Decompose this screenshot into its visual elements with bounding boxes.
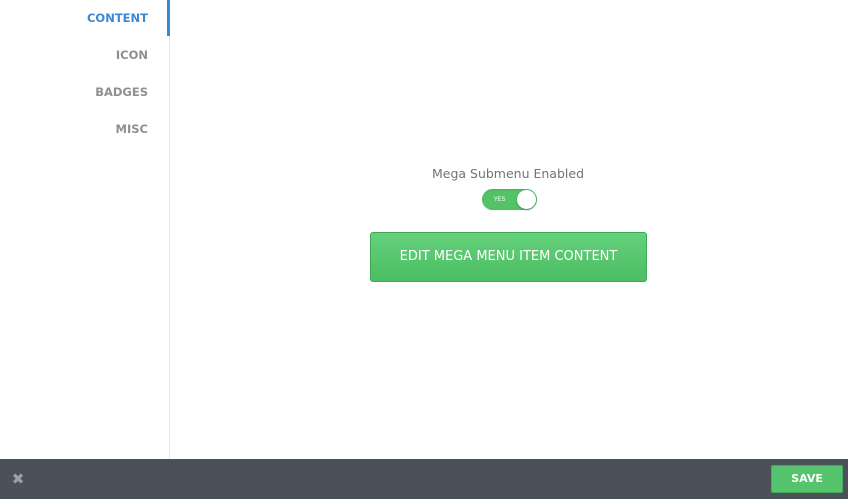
edit-mega-menu-content-button[interactable]: EDIT MEGA MENU ITEM CONTENT <box>370 232 647 282</box>
toggle-knob <box>517 190 536 209</box>
mega-submenu-enabled-label: Mega Submenu Enabled <box>431 166 585 181</box>
tab-content[interactable]: CONTENT <box>0 0 170 36</box>
save-button[interactable]: SAVE <box>771 465 843 493</box>
settings-sidebar: CONTENT ICON BADGES MISC <box>0 0 170 459</box>
mega-submenu-toggle[interactable]: YES <box>482 189 537 210</box>
footer-bar: ✖ SAVE <box>0 459 848 499</box>
close-icon[interactable]: ✖ <box>10 469 26 489</box>
tab-badges[interactable]: BADGES <box>0 74 169 110</box>
toggle-state-text: YES <box>494 196 506 203</box>
tab-misc[interactable]: MISC <box>0 111 169 147</box>
tab-icon[interactable]: ICON <box>0 37 169 73</box>
